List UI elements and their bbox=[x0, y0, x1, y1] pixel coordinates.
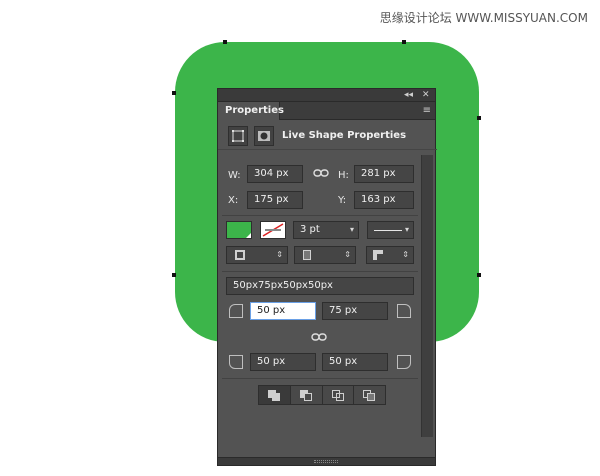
anchor-point[interactable] bbox=[172, 91, 176, 95]
stroke-corners-dropdown[interactable]: ⇕ bbox=[366, 246, 414, 264]
updown-arrows-icon: ⇕ bbox=[276, 250, 283, 259]
y-label: Y: bbox=[338, 195, 347, 206]
updown-arrows-icon: ⇕ bbox=[344, 250, 351, 259]
path-operations-group bbox=[258, 385, 386, 405]
link-corners-icon[interactable] bbox=[311, 331, 327, 346]
panel-header-title: Live Shape Properties bbox=[282, 130, 407, 141]
exclude-overlap-icon-back bbox=[367, 393, 376, 401]
combine-shapes-button[interactable] bbox=[259, 386, 291, 404]
stroke-width-dropdown[interactable]: 3 pt ▾ bbox=[293, 221, 359, 239]
tab-properties[interactable]: Properties bbox=[218, 102, 284, 120]
height-field[interactable]: 281 px bbox=[354, 165, 414, 183]
corner-bottom-right-icon bbox=[397, 355, 411, 369]
panel-header: Live Shape Properties bbox=[218, 122, 437, 150]
corner-top-left-icon bbox=[229, 304, 243, 318]
stroke-width-value: 3 pt bbox=[300, 224, 320, 235]
line-join-icon bbox=[373, 250, 383, 260]
stroke-align-dropdown[interactable]: ⇕ bbox=[226, 246, 288, 264]
width-field[interactable]: 304 px bbox=[247, 165, 303, 183]
updown-arrows-icon: ⇕ bbox=[402, 250, 409, 259]
anchor-point[interactable] bbox=[223, 40, 227, 44]
anchor-point[interactable] bbox=[477, 273, 481, 277]
stroke-align-icon bbox=[235, 250, 245, 260]
anchor-point[interactable] bbox=[477, 116, 481, 120]
intersect-shape-icon-back bbox=[335, 393, 344, 401]
properties-panel: ◂◂ ✕ Properties ≡ Live Shape Properties … bbox=[217, 88, 437, 466]
anchor-point[interactable] bbox=[172, 273, 176, 277]
x-field[interactable]: 175 px bbox=[247, 191, 303, 209]
chevron-down-icon: ▾ bbox=[349, 225, 354, 234]
intersect-shape-button[interactable] bbox=[323, 386, 355, 404]
pixel-mask-icon[interactable] bbox=[254, 126, 274, 146]
stroke-style-dropdown[interactable]: ▾ bbox=[367, 221, 414, 239]
top-right-corner-field[interactable]: 75 px bbox=[322, 302, 388, 320]
w-label: W: bbox=[228, 170, 241, 181]
collapse-icon[interactable]: ◂◂ bbox=[404, 89, 413, 102]
fill-color-swatch[interactable] bbox=[226, 221, 252, 239]
line-cap-icon bbox=[303, 250, 311, 260]
panel-resize-grip[interactable] bbox=[218, 457, 435, 465]
panel-scrollbar[interactable] bbox=[421, 155, 433, 437]
divider bbox=[222, 271, 418, 272]
solid-line-icon bbox=[374, 230, 402, 231]
bottom-left-corner-field[interactable]: 50 px bbox=[250, 353, 316, 371]
bottom-right-corner-field[interactable]: 50 px bbox=[322, 353, 388, 371]
combine-shapes-icon-back bbox=[272, 393, 280, 401]
top-left-corner-field[interactable]: 50 px bbox=[250, 302, 316, 320]
corner-bottom-left-icon bbox=[229, 355, 243, 369]
stroke-color-swatch[interactable] bbox=[260, 221, 286, 239]
grip-icon bbox=[314, 460, 338, 463]
watermark: 思缘设计论坛 WWW.MISSYUAN.COM bbox=[379, 11, 588, 25]
stroke-caps-dropdown[interactable]: ⇕ bbox=[294, 246, 356, 264]
exclude-overlap-button[interactable] bbox=[354, 386, 385, 404]
chevron-down-icon: ▾ bbox=[404, 225, 409, 234]
x-label: X: bbox=[228, 195, 239, 206]
panel-tab-row: Properties ≡ bbox=[218, 102, 435, 120]
dropdown-corner-icon bbox=[246, 233, 251, 238]
anchor-point[interactable] bbox=[402, 40, 406, 44]
y-field[interactable]: 163 px bbox=[354, 191, 414, 209]
close-icon[interactable]: ✕ bbox=[422, 89, 430, 102]
link-icon[interactable] bbox=[313, 167, 329, 182]
corner-top-right-icon bbox=[397, 304, 411, 318]
h-label: H: bbox=[338, 170, 349, 181]
divider bbox=[222, 215, 418, 216]
subtract-shape-icon-back bbox=[303, 393, 312, 401]
all-corners-field[interactable]: 50px75px50px50px bbox=[226, 277, 414, 295]
subtract-shape-button[interactable] bbox=[291, 386, 323, 404]
divider bbox=[222, 378, 418, 379]
shape-mask-icon[interactable] bbox=[228, 126, 248, 146]
panel-titlebar: ◂◂ ✕ bbox=[218, 89, 435, 102]
panel-menu-icon[interactable]: ≡ bbox=[423, 105, 431, 116]
